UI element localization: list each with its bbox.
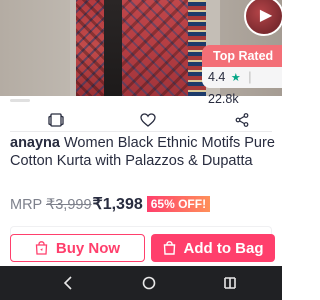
recents-icon <box>224 277 236 289</box>
share-icon <box>235 113 249 127</box>
mrp-value: ₹3,999 <box>46 197 92 213</box>
back-icon <box>63 276 72 290</box>
product-actions <box>0 108 282 132</box>
add-to-bag-button[interactable]: Add to Bag <box>151 234 275 262</box>
buy-now-label: Buy Now <box>55 239 121 257</box>
compare-icon <box>48 113 64 127</box>
add-to-bag-label: Add to Bag <box>183 239 264 257</box>
play-icon: ▶ <box>259 7 273 24</box>
brand-name[interactable]: anayna <box>10 135 60 151</box>
mrp-label: MRP <box>10 197 46 213</box>
selling-price: ₹1,398 <box>92 196 143 213</box>
top-rated-badge: Top Rated <box>202 45 282 67</box>
rating-summary[interactable]: 4.4 ★ | 22.8k <box>202 67 282 106</box>
share-button[interactable] <box>228 108 256 132</box>
rating-separator: | <box>248 70 252 84</box>
shopping-bag-icon <box>35 241 48 255</box>
compare-button[interactable] <box>42 108 70 132</box>
discount-badge: 65% OFF! <box>146 196 211 212</box>
buy-now-button[interactable]: Buy Now <box>10 234 145 262</box>
price-row: MRP ₹3,999₹1,398 65% OFF! <box>10 194 280 214</box>
system-navigation-bar <box>0 266 282 300</box>
rating-value: 4.4 <box>208 70 226 84</box>
image-pager-indicator <box>10 99 30 102</box>
star-icon: ★ <box>230 72 241 84</box>
home-button[interactable] <box>139 274 159 292</box>
divider <box>10 131 272 132</box>
back-button[interactable] <box>58 274 78 292</box>
wishlist-button[interactable] <box>134 108 162 132</box>
home-icon <box>142 276 156 290</box>
recents-button[interactable] <box>220 274 240 292</box>
product-title: anayna Women Black Ethnic Motifs Pure Co… <box>10 134 276 170</box>
dupatta-right-print <box>122 0 192 96</box>
bag-icon <box>163 241 175 255</box>
rating-count: 22.8k <box>208 92 239 106</box>
heart-icon <box>140 113 156 127</box>
